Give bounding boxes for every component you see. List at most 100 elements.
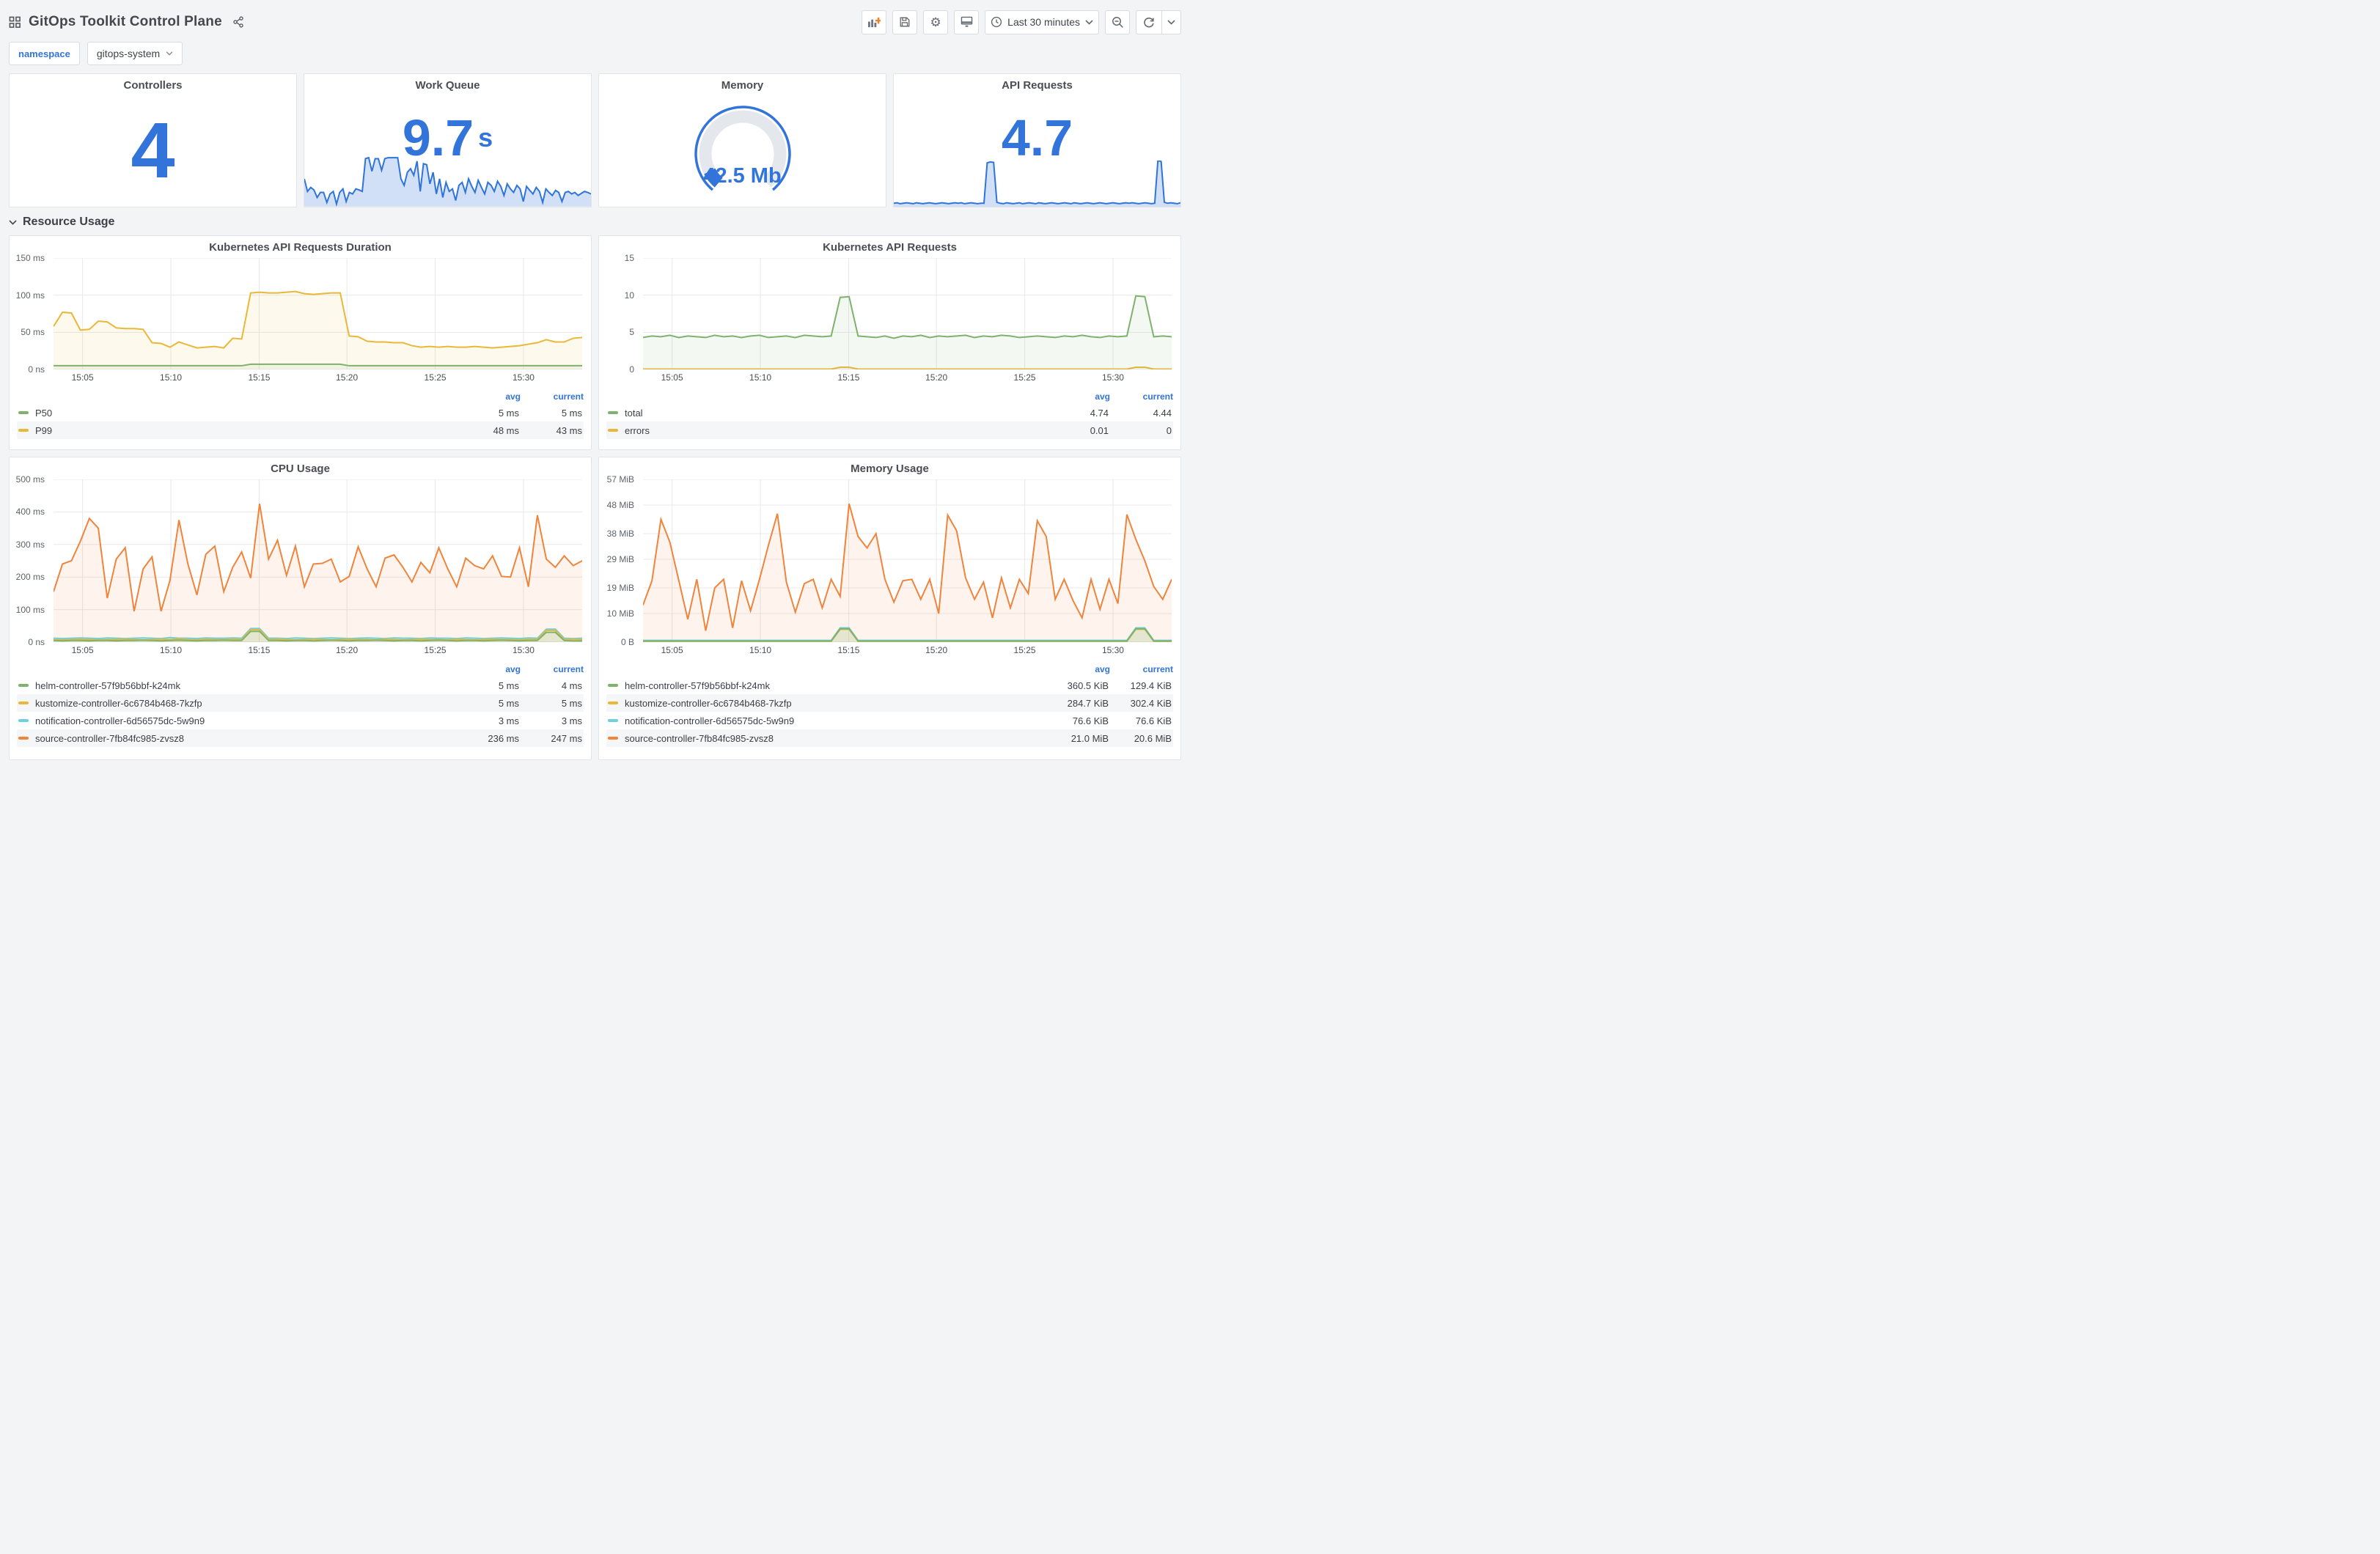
series-name: P50: [35, 407, 53, 419]
panel-memory-usage: Memory Usage 0 B 10 MiB 19 MiB 29 MiB 38 MiB…: [598, 457, 1181, 760]
legend-sort-avg[interactable]: avg: [458, 391, 521, 402]
apps-icon[interactable]: [9, 16, 21, 29]
legend-row[interactable]: total 4.74 4.44: [606, 404, 1173, 421]
series-name: kustomize-controller-6c6784b468-7kzfp: [625, 697, 792, 709]
x-tick-label: 15:10: [160, 372, 183, 383]
series-swatch: [18, 684, 29, 687]
refresh-button[interactable]: [1136, 11, 1161, 34]
x-tick-label: 15:25: [1013, 372, 1036, 383]
y-tick-label: 0 ns: [28, 637, 45, 647]
plot-area[interactable]: [643, 258, 1172, 369]
x-axis: 15:05 15:10 15:15 15:20 15:25 15:30: [643, 372, 1172, 385]
series-current: 4.44: [1153, 407, 1172, 419]
legend-row[interactable]: P50 5 ms 5 ms: [17, 404, 584, 421]
legend-row[interactable]: errors 0.01 0: [606, 421, 1173, 439]
time-range-picker[interactable]: Last 30 minutes: [985, 10, 1099, 34]
legend-row[interactable]: source-controller-7fb84fc985-zvsz8 236 ms…: [17, 729, 584, 747]
panel-title[interactable]: Controllers: [10, 74, 296, 93]
series-current: 302.4 KiB: [1130, 697, 1172, 709]
panel-title[interactable]: API Requests: [894, 74, 1180, 93]
legend-row[interactable]: notification-controller-6d56575dc-5w9n9 3…: [17, 712, 584, 729]
work-queue-unit: s: [478, 122, 493, 152]
series-swatch: [18, 719, 29, 722]
legend-row[interactable]: source-controller-7fb84fc985-zvsz8 21.0 M…: [606, 729, 1173, 747]
legend-rows: helm-controller-57f9b56bbf-k24mk 360.5 Ki…: [606, 677, 1173, 747]
panel-k8s-api-requests-duration: Kubernetes API Requests Duration 0 ns 50 …: [9, 235, 592, 450]
series-current: 76.6 KiB: [1135, 715, 1172, 726]
y-tick-label: 300 ms: [15, 539, 45, 550]
y-tick-label: 100 ms: [15, 604, 45, 615]
legend-row[interactable]: helm-controller-57f9b56bbf-k24mk 360.5 Ki…: [606, 677, 1173, 694]
legend-row[interactable]: kustomize-controller-6c6784b468-7kzfp 284…: [606, 694, 1173, 712]
y-tick-label: 10: [624, 290, 634, 301]
legend: avg current P50 5 ms 5 ms P99 48 ms 43 ms: [17, 389, 584, 439]
share-icon[interactable]: [232, 16, 244, 28]
legend-sort-current[interactable]: current: [1110, 664, 1173, 674]
series-swatch: [18, 411, 29, 414]
panel-title[interactable]: Kubernetes API Requests Duration: [10, 236, 591, 255]
plot-area[interactable]: [54, 479, 582, 642]
tv-mode-button[interactable]: [954, 10, 980, 34]
stats-row: Controllers 4 Work Queue 9.7 s Memory 42…: [9, 73, 1181, 207]
legend-sort-current[interactable]: current: [521, 391, 584, 402]
zoom-out-button[interactable]: [1105, 10, 1130, 34]
series-avg: 5 ms: [498, 680, 519, 691]
legend-row[interactable]: P99 48 ms 43 ms: [17, 421, 584, 439]
panel-k8s-api-requests: Kubernetes API Requests 0 5 10 15 15:05 15:1…: [598, 235, 1181, 450]
panel-title[interactable]: CPU Usage: [10, 457, 591, 476]
series-avg: 236 ms: [488, 732, 519, 744]
panel-title[interactable]: Memory: [599, 74, 886, 93]
legend-header: avg current: [17, 662, 584, 677]
add-panel-button[interactable]: [862, 10, 887, 34]
gear-icon: ⚙: [930, 15, 941, 29]
x-tick-label: 15:30: [512, 645, 535, 655]
panel-title[interactable]: Memory Usage: [599, 457, 1180, 476]
x-tick-label: 15:10: [749, 372, 772, 383]
x-tick-label: 15:15: [837, 645, 860, 655]
panel-title[interactable]: Kubernetes API Requests: [599, 236, 1180, 255]
x-tick-label: 15:30: [1101, 372, 1124, 383]
namespace-dropdown[interactable]: gitops-system: [87, 42, 183, 65]
x-tick-label: 15:25: [424, 645, 447, 655]
legend-sort-avg[interactable]: avg: [1047, 391, 1110, 402]
x-axis: 15:05 15:10 15:15 15:20 15:25 15:30: [643, 644, 1172, 658]
x-tick-label: 15:30: [512, 372, 535, 383]
y-tick-label: 400 ms: [15, 507, 45, 518]
x-tick-label: 15:05: [71, 372, 94, 383]
refresh-interval-dropdown[interactable]: [1161, 10, 1180, 34]
legend-header: avg current: [606, 389, 1173, 404]
legend-row[interactable]: kustomize-controller-6c6784b468-7kzfp 5 m…: [17, 694, 584, 712]
plot-area[interactable]: [54, 258, 582, 369]
series-name: total: [625, 407, 643, 419]
series-name: helm-controller-57f9b56bbf-k24mk: [35, 680, 180, 691]
x-tick-label: 15:20: [925, 372, 948, 383]
x-tick-label: 15:05: [661, 645, 683, 655]
legend-row[interactable]: notification-controller-6d56575dc-5w9n9 7…: [606, 712, 1173, 729]
x-tick-label: 15:30: [1101, 645, 1124, 655]
y-tick-label: 15: [624, 253, 634, 263]
legend-sort-current[interactable]: current: [521, 664, 584, 674]
legend-header: avg current: [17, 389, 584, 404]
legend: avg current total 4.74 4.44 errors 0.01 0: [606, 389, 1173, 439]
y-tick-label: 0 ns: [28, 364, 45, 375]
legend-sort-avg[interactable]: avg: [1047, 664, 1110, 674]
memory-gauge-value: 42.5 Mb: [703, 163, 782, 188]
y-tick-label: 50 ms: [21, 327, 45, 338]
series-avg: 3 ms: [498, 715, 519, 726]
legend-sort-avg[interactable]: avg: [458, 664, 521, 674]
legend-sort-current[interactable]: current: [1110, 391, 1173, 402]
legend-row[interactable]: helm-controller-57f9b56bbf-k24mk 5 ms 4 ms: [17, 677, 584, 694]
series-name: source-controller-7fb84fc985-zvsz8: [35, 732, 185, 744]
series-current: 5 ms: [561, 697, 582, 709]
panel-title[interactable]: Work Queue: [304, 74, 591, 93]
api-requests-value: 4.7: [1001, 109, 1073, 166]
series-name: P99: [35, 424, 53, 436]
series-current: 3 ms: [561, 715, 582, 726]
dashboard-settings-button[interactable]: ⚙: [923, 10, 949, 34]
row-resource-usage[interactable]: Resource Usage: [9, 209, 1181, 235]
panel-memory: Memory 42.5 Mb: [598, 73, 886, 207]
save-dashboard-button[interactable]: [892, 10, 918, 34]
plot-area[interactable]: [643, 479, 1172, 642]
panel-work-queue: Work Queue 9.7 s: [304, 73, 592, 207]
y-tick-label: 100 ms: [15, 290, 45, 301]
